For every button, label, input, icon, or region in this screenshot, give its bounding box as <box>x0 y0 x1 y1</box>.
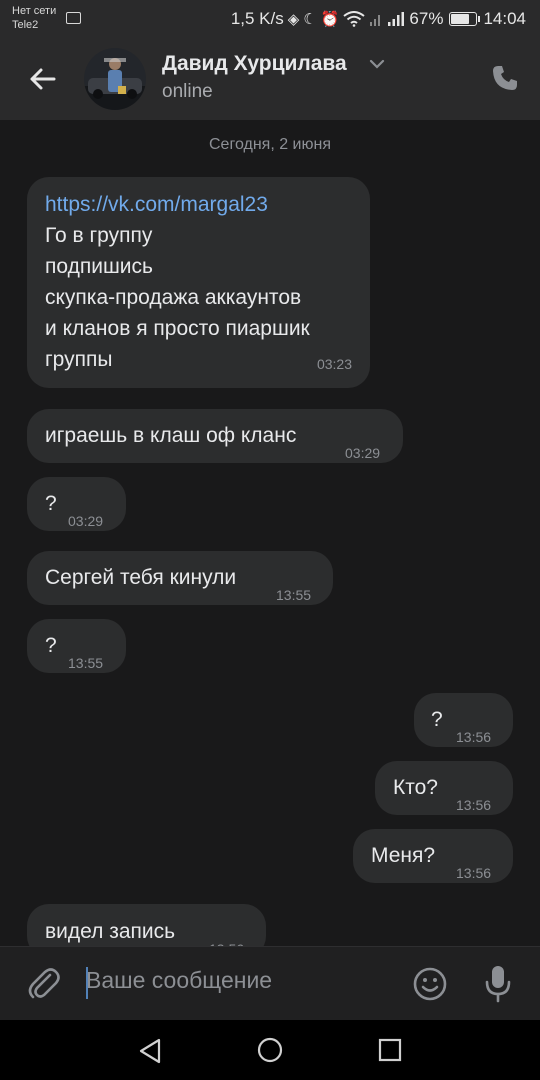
battery-fill <box>451 14 469 24</box>
message-time: 13:56 <box>456 729 492 745</box>
nav-home-icon[interactable] <box>257 1037 283 1063</box>
message-input[interactable]: Ваше сообщение <box>86 967 272 994</box>
signal-icon <box>388 12 405 26</box>
carrier-no-network: Нет сети <box>12 5 57 17</box>
chevron-down-icon[interactable] <box>369 58 385 70</box>
message-time: 13:56 <box>456 865 492 881</box>
clock: 14:04 <box>483 9 526 28</box>
message-bubble-outgoing[interactable]: Кто? 13:56 <box>375 761 513 815</box>
message-bubble-incoming[interactable]: Сергей тебя кинули 13:55 <box>27 551 333 605</box>
message-bubble-incoming[interactable]: ? 13:55 <box>27 619 126 673</box>
microphone-icon <box>485 966 511 1003</box>
message-list[interactable]: Сегодня, 2 июня https://vk.com/margal23 … <box>0 120 540 946</box>
message-text: Меня? <box>371 844 436 867</box>
message-text: ? <box>45 634 57 657</box>
message-link[interactable]: https://vk.com/margal23 <box>45 189 365 220</box>
carrier-info: Нет сети Tele2 <box>12 4 56 32</box>
notification-message-icon <box>66 12 81 24</box>
status-bar: Нет сети Tele2 1,5 K/s ◈ ☾ ⏰ 67% 14:04 <box>0 0 540 38</box>
carrier-name: Tele2 <box>12 19 39 31</box>
message-text: видел запись <box>45 920 176 943</box>
chat-header: Давид Хурцилава online <box>0 38 540 120</box>
avatar[interactable] <box>84 48 146 110</box>
message-bubble-incoming[interactable]: видел запись 13:56 <box>27 904 266 946</box>
message-text: Сергей тебя кинули <box>45 566 237 589</box>
battery-icon <box>449 12 481 26</box>
message-bubble-incoming[interactable]: ? 03:29 <box>27 477 126 531</box>
message-bubble-outgoing[interactable]: Меня? 13:56 <box>353 829 513 883</box>
message-text: ? <box>45 492 57 515</box>
message-time: 13:55 <box>276 587 312 603</box>
system-nav-bar <box>0 1020 540 1080</box>
emoji-button[interactable] <box>412 966 448 1002</box>
wifi-icon <box>343 11 366 27</box>
message-bubble-incoming[interactable]: играешь в клаш оф кланс 03:29 <box>27 409 403 463</box>
attach-button[interactable] <box>26 965 62 1003</box>
paperclip-icon <box>28 968 60 999</box>
back-arrow-icon <box>30 68 56 90</box>
status-indicators: 1,5 K/s ◈ ☾ ⏰ 67% 14:04 <box>231 8 526 30</box>
message-text: играешь в клаш оф кланс <box>45 424 297 447</box>
emoji-icon <box>413 967 447 1001</box>
alarm-icon: ⏰ <box>320 11 340 28</box>
message-time: 03:29 <box>68 513 104 529</box>
moon-icon: ☾ <box>303 11 317 28</box>
date-separator: Сегодня, 2 июня <box>209 136 331 153</box>
message-time: 03:23 <box>316 356 352 372</box>
nav-back-icon[interactable] <box>138 1038 162 1064</box>
message-time: 13:55 <box>68 655 104 671</box>
message-text: Кто? <box>393 776 438 799</box>
message-time: 13:56 <box>209 934 244 946</box>
signal-empty-icon <box>370 15 381 26</box>
message-bubble-incoming[interactable]: https://vk.com/margal23 Го в группу подп… <box>27 177 370 388</box>
phone-icon <box>493 66 517 90</box>
message-text: ? <box>431 708 443 731</box>
network-speed: 1,5 K/s <box>230 9 284 28</box>
contact-name[interactable]: Давид Хурцилава <box>162 52 347 76</box>
message-bubble-outgoing[interactable]: ? 13:56 <box>414 693 513 747</box>
avatar-image <box>84 48 146 110</box>
battery-percent: 67% <box>409 9 444 28</box>
message-time: 03:29 <box>345 445 381 461</box>
voice-message-button[interactable] <box>484 964 512 1004</box>
message-time: 13:56 <box>456 797 492 813</box>
nav-recent-icon[interactable] <box>378 1038 402 1062</box>
contact-status: online <box>162 81 213 102</box>
call-button[interactable] <box>490 63 520 93</box>
composer: Ваше сообщение <box>0 946 540 1020</box>
back-button[interactable] <box>24 60 62 98</box>
nfc-icon: ◈ <box>287 11 300 28</box>
